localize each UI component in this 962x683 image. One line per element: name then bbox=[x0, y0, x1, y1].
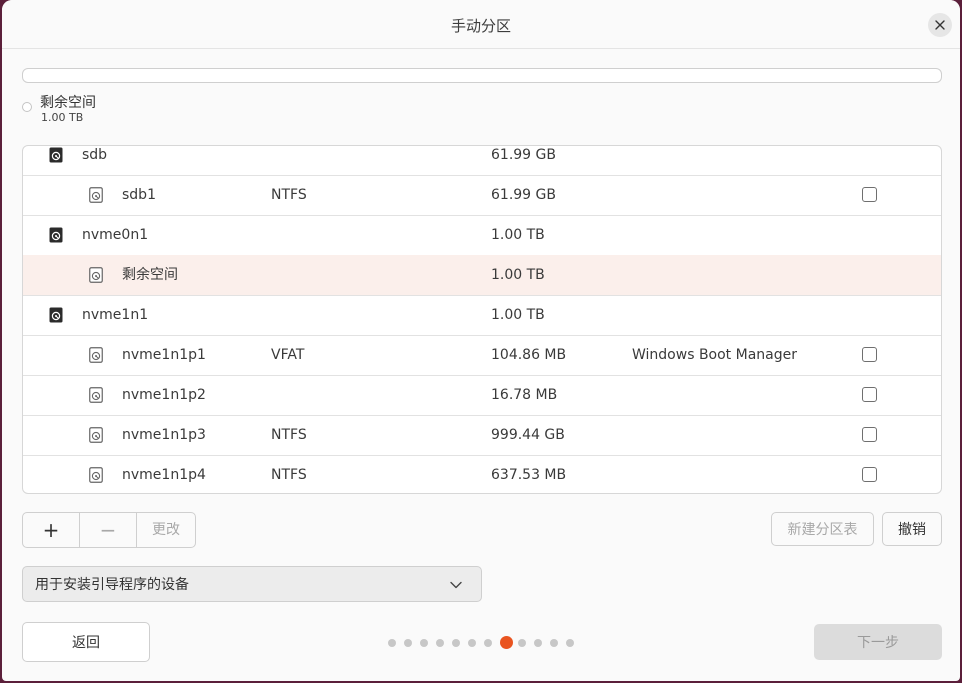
close-icon bbox=[935, 20, 945, 30]
change-partition-button[interactable]: 更改 bbox=[137, 513, 195, 547]
page-dot-active bbox=[500, 636, 513, 649]
close-button[interactable] bbox=[928, 13, 952, 37]
format-checkbox[interactable] bbox=[862, 187, 877, 202]
partition-name: nvme1n1p4 bbox=[122, 467, 206, 483]
chevron-down-icon bbox=[450, 581, 462, 589]
partition-size: 104.86 MB bbox=[491, 347, 567, 363]
partition-filesystem: VFAT bbox=[271, 347, 305, 363]
page-dot bbox=[468, 639, 476, 647]
partition-row[interactable]: 剩余空间 1.00 TB bbox=[23, 255, 941, 296]
partition-name: sdb bbox=[82, 147, 108, 163]
partition-name: sdb1 bbox=[122, 187, 156, 203]
disk-drive-icon bbox=[49, 147, 63, 163]
disk-usage-bar bbox=[22, 68, 942, 83]
back-button[interactable]: 返回 bbox=[22, 622, 150, 662]
disk-row[interactable]: sdb 61.99 GB bbox=[23, 146, 941, 176]
partition-row[interactable]: nvme1n1p3 NTFS 999.44 GB bbox=[23, 415, 941, 456]
format-checkbox[interactable] bbox=[862, 347, 877, 362]
add-partition-button[interactable]: + bbox=[23, 513, 80, 547]
page-dot bbox=[518, 639, 526, 647]
title-bar: 手动分区 bbox=[2, 0, 960, 49]
window-title: 手动分区 bbox=[450, 17, 511, 35]
page-dot bbox=[420, 639, 428, 647]
partition-size: 16.78 MB bbox=[491, 387, 558, 403]
partition-size: 637.53 MB bbox=[491, 467, 567, 483]
partition-icon bbox=[89, 467, 103, 483]
partition-icon bbox=[89, 267, 103, 283]
bootloader-device-select[interactable]: 用于安装引导程序的设备 bbox=[22, 566, 482, 602]
format-checkbox[interactable] bbox=[862, 427, 877, 442]
disk-row[interactable]: nvme0n1 1.00 TB bbox=[23, 215, 941, 256]
page-dot bbox=[566, 639, 574, 647]
partition-label: Windows Boot Manager bbox=[632, 347, 797, 363]
next-button[interactable]: 下一步 bbox=[814, 624, 942, 660]
format-checkbox[interactable] bbox=[862, 467, 877, 482]
page-dot bbox=[550, 639, 558, 647]
remove-partition-button[interactable]: − bbox=[80, 513, 137, 547]
new-partition-table-button[interactable]: 新建分区表 bbox=[771, 512, 874, 546]
page-indicator bbox=[388, 636, 578, 650]
partition-table: sdb 61.99 GB sdb1 NTFS 61.99 GB nvme0n1 1.00 T… bbox=[22, 145, 942, 494]
partition-name: 剩余空间 bbox=[122, 267, 178, 283]
partition-size: 61.99 GB bbox=[491, 147, 556, 163]
page-dot bbox=[484, 639, 492, 647]
page-dot bbox=[404, 639, 412, 647]
partition-icon bbox=[89, 347, 103, 363]
partition-icon bbox=[89, 187, 103, 203]
partition-row[interactable]: nvme1n1p1 VFAT 104.86 MB Windows Boot Manag… bbox=[23, 335, 941, 376]
partition-filesystem: NTFS bbox=[271, 427, 307, 443]
free-space-legend-label: 剩余空间 bbox=[40, 95, 96, 111]
partition-icon bbox=[89, 427, 103, 443]
revert-button[interactable]: 撤销 bbox=[882, 512, 942, 546]
partition-size: 1.00 TB bbox=[491, 227, 545, 243]
format-checkbox[interactable] bbox=[862, 387, 877, 402]
partition-icon bbox=[89, 387, 103, 403]
partition-size: 1.00 TB bbox=[491, 267, 545, 283]
page-dot bbox=[436, 639, 444, 647]
installer-window: 手动分区 剩余空间 1.00 TB sdb 61.99 GB sdb1 NTFS 61.… bbox=[2, 0, 960, 681]
partition-filesystem: NTFS bbox=[271, 467, 307, 483]
bootloader-device-value: 用于安装引导程序的设备 bbox=[35, 577, 189, 593]
partition-filesystem: NTFS bbox=[271, 187, 307, 203]
page-dot bbox=[452, 639, 460, 647]
partition-row[interactable]: sdb1 NTFS 61.99 GB bbox=[23, 175, 941, 216]
disk-drive-icon bbox=[49, 307, 63, 323]
disk-drive-icon bbox=[49, 227, 63, 243]
page-dot bbox=[388, 639, 396, 647]
partition-size: 1.00 TB bbox=[491, 307, 545, 323]
partition-name: nvme1n1p1 bbox=[122, 347, 206, 363]
partition-name: nvme1n1p2 bbox=[122, 387, 206, 403]
partition-row[interactable]: nvme1n1p4 NTFS 637.53 MB bbox=[23, 455, 941, 493]
partition-size: 999.44 GB bbox=[491, 427, 565, 443]
partition-size: 61.99 GB bbox=[491, 187, 556, 203]
page-dot bbox=[534, 639, 542, 647]
partition-name: nvme1n1 bbox=[82, 307, 149, 323]
disk-row[interactable]: nvme1n1 1.00 TB bbox=[23, 295, 941, 336]
partition-row[interactable]: nvme1n1p2 16.78 MB bbox=[23, 375, 941, 416]
partition-name: nvme0n1 bbox=[82, 227, 149, 243]
partition-name: nvme1n1p3 bbox=[122, 427, 206, 443]
free-space-legend-swatch bbox=[22, 102, 32, 112]
partition-edit-buttons: + − 更改 bbox=[22, 512, 196, 548]
free-space-legend-size: 1.00 TB bbox=[41, 111, 84, 124]
